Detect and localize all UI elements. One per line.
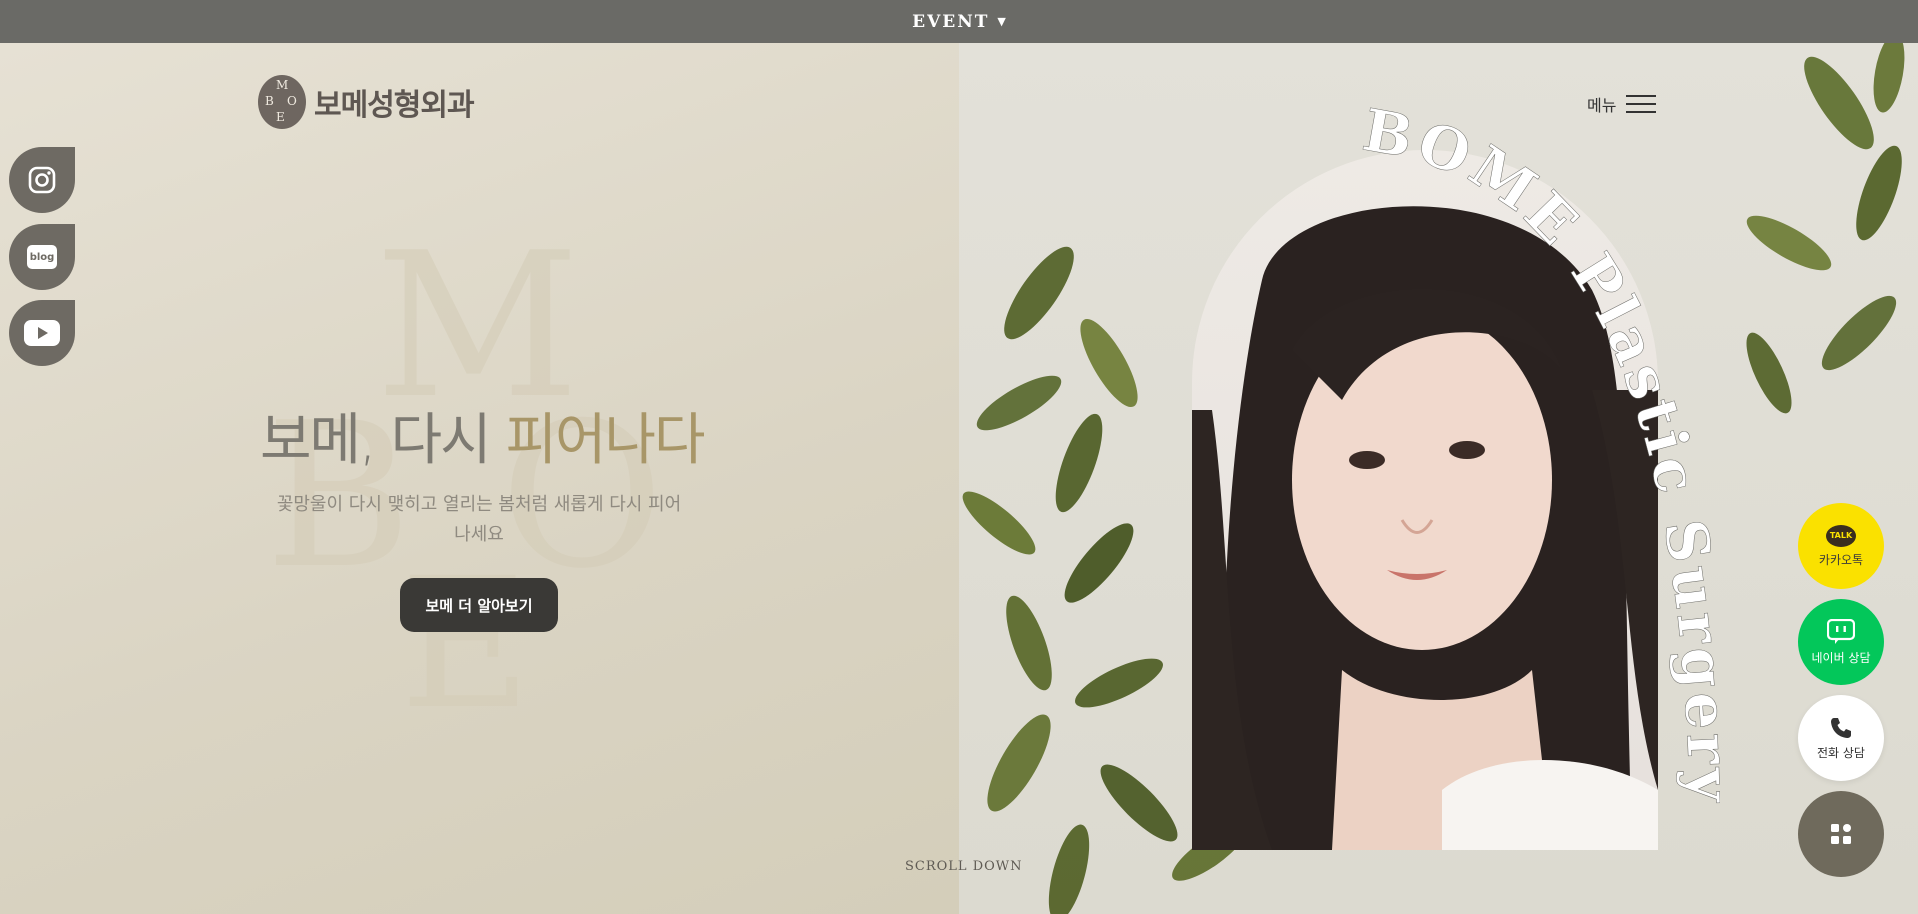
phone-consult-label: 전화 상담 [1817,745,1865,760]
naver-consult-label: 네이버 상담 [1811,650,1871,665]
logo-letter-m: M [276,78,289,92]
kakao-badge-text: TALK [1829,531,1853,540]
arc-brand-text: BOME Plastic Surgery [1357,96,1720,807]
site-logo[interactable]: M B O E 보메성형외과 [258,75,475,129]
kakao-talk-button[interactable]: TALK 카카오톡 [1798,503,1884,589]
hero-title-part1: 보메, 다시 [260,408,506,473]
instagram-link[interactable] [9,147,75,213]
phone-consult-button[interactable]: 전화 상담 [1798,695,1884,781]
chevron-down-icon[interactable]: ▼ [997,15,1005,28]
quick-menu-toggle[interactable] [1798,791,1884,877]
svg-text:BOME Plastic Surgery: BOME Plastic Surgery [1358,96,1720,807]
event-bar[interactable]: EVENT ▼ [0,0,1918,43]
logo-letter-b: B [265,94,274,108]
blog-link[interactable]: blog [9,224,75,290]
kakao-talk-icon: TALK [1826,524,1856,547]
phone-icon [1831,717,1851,738]
monogram-watermark-e: E [400,540,532,749]
naver-chat-icon [1827,618,1855,644]
hamburger-icon [1626,94,1657,114]
youtube-link[interactable] [9,300,75,366]
blog-icon: blog [27,245,57,269]
menu-label: 메뉴 [1587,96,1617,115]
instagram-icon [28,166,56,194]
youtube-icon [24,320,60,346]
menu-button[interactable]: 메뉴 [1587,92,1657,116]
hero-left-panel [0,43,959,914]
event-label[interactable]: EVENT [912,12,989,32]
logo-letter-e: E [276,110,285,124]
blog-icon-text: blog [29,251,55,263]
logo-letter-o: O [287,94,297,108]
logo-mark: M B O E [258,75,306,129]
hero-title: 보메, 다시 피어나다 [260,395,706,476]
grid-icon [1831,824,1851,844]
learn-more-button[interactable]: 보메 더 알아보기 [400,578,558,632]
kakao-talk-label: 카카오톡 [1818,552,1864,567]
hero-subtitle: 꽃망울이 다시 맺히고 열리는 봄처럼 새롭게 다시 피어나세요 [276,494,682,545]
hero-title-part2: 피어나다 [505,408,705,473]
scroll-down-label[interactable]: SCROLL DOWN [905,859,1023,874]
naver-consult-button[interactable]: 네이버 상담 [1798,599,1884,685]
logo-name: 보메성형외과 [314,88,475,123]
arc-brand-label: BOME Plastic Surgery [1357,96,1720,807]
